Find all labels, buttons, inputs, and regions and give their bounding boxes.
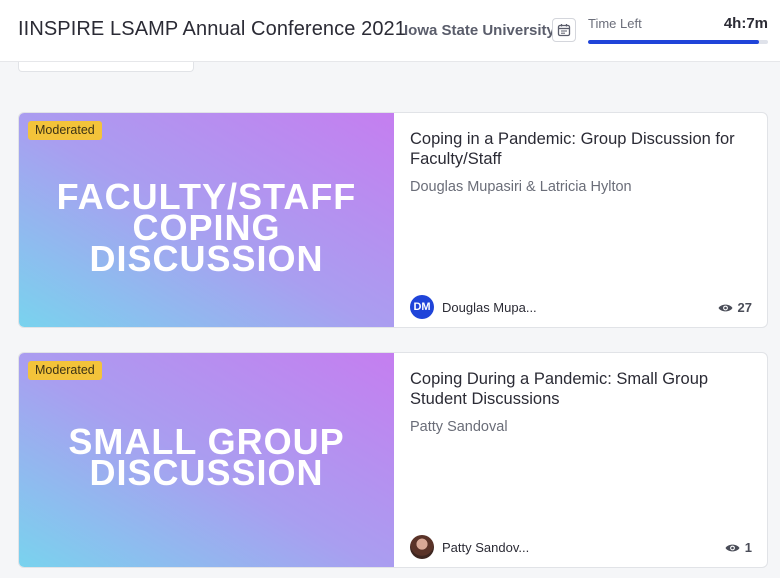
- session-speakers: Douglas Mupasiri & Latricia Hylton: [410, 179, 632, 195]
- session-title[interactable]: Coping During a Pandemic: Small Group St…: [410, 369, 755, 409]
- session-info: Coping in a Pandemic: Group Discussion f…: [394, 113, 767, 327]
- top-bar: IINSPIRE LSAMP Annual Conference 2021 Io…: [0, 0, 780, 62]
- time-left-label: Time Left: [588, 16, 642, 31]
- session-host[interactable]: Patty Sandov...: [410, 535, 529, 559]
- session-thumbnail[interactable]: Moderated FACULTY/STAFF COPING DISCUSSIO…: [19, 113, 394, 327]
- session-title[interactable]: Coping in a Pandemic: Group Discussion f…: [410, 129, 755, 169]
- host-name: Douglas Mupa...: [442, 299, 537, 315]
- event-title: IINSPIRE LSAMP Annual Conference 2021: [18, 18, 407, 40]
- session-info: Coping During a Pandemic: Small Group St…: [394, 353, 767, 567]
- view-count: 1: [725, 540, 752, 555]
- previous-card-edge: [18, 62, 194, 72]
- time-left-value: 4h:7m: [723, 15, 768, 32]
- host-name: Patty Sandov...: [442, 539, 530, 555]
- session-host[interactable]: DM Douglas Mupa...: [410, 295, 537, 319]
- moderated-badge: Moderated: [28, 361, 102, 380]
- view-count-value: 1: [744, 540, 752, 555]
- thumbnail-heading: FACULTY/STAFF COPING DISCUSSION: [19, 179, 394, 279]
- session-card[interactable]: Moderated FACULTY/STAFF COPING DISCUSSIO…: [18, 112, 768, 328]
- session-card[interactable]: Moderated SMALL GROUP DISCUSSION Coping …: [18, 352, 768, 568]
- moderated-badge: Moderated: [28, 121, 102, 140]
- avatar: DM: [410, 295, 434, 319]
- thumbnail-heading: SMALL GROUP DISCUSSION: [19, 424, 394, 491]
- eye-icon: [718, 304, 733, 311]
- session-thumbnail[interactable]: Moderated SMALL GROUP DISCUSSION: [19, 353, 394, 567]
- calendar-button[interactable]: [552, 18, 576, 42]
- organization-name[interactable]: Iowa State University: [404, 22, 555, 39]
- time-left-progress-fill: [588, 40, 759, 44]
- view-count-value: 27: [737, 300, 752, 315]
- view-count: 27: [718, 300, 752, 315]
- time-left-progress: [588, 40, 768, 44]
- calendar-icon: [557, 24, 571, 37]
- avatar: [410, 535, 434, 559]
- thumbnail-line: DISCUSSION: [89, 238, 324, 279]
- session-speakers: Patty Sandoval: [410, 419, 508, 435]
- eye-icon: [725, 544, 740, 551]
